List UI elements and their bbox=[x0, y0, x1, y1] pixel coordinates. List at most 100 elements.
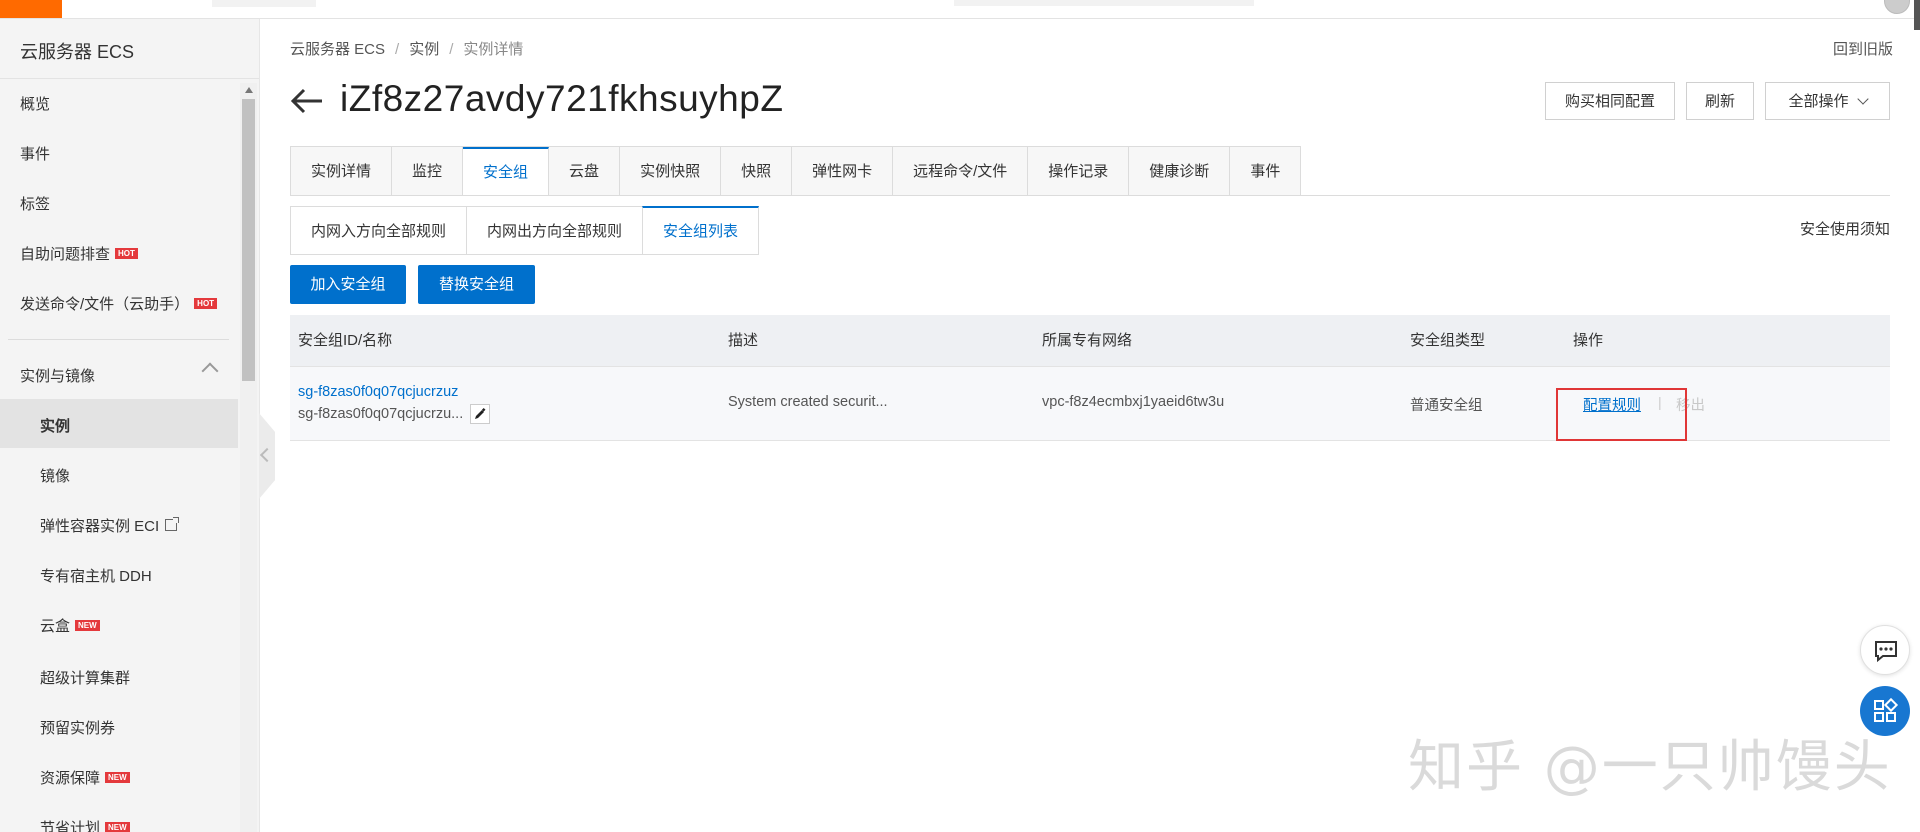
divider bbox=[8, 339, 229, 340]
sidebar-item-send-command[interactable]: 发送命令/文件（云助手） HOT bbox=[20, 293, 218, 314]
button-label: 刷新 bbox=[1704, 93, 1735, 110]
security-notice-link[interactable]: 安全使用须知 bbox=[1800, 218, 1890, 239]
sidebar-item-tags[interactable]: 标签 bbox=[20, 193, 50, 214]
sidebar-item-overview[interactable]: 概览 bbox=[20, 93, 50, 114]
sidebar-item-resource-assurance[interactable]: 资源保障 NEW bbox=[40, 767, 130, 788]
new-badge: NEW bbox=[75, 620, 100, 631]
subtab-inbound-rules[interactable]: 内网入方向全部规则 bbox=[290, 206, 467, 255]
sidebar-item-label: 事件 bbox=[20, 146, 51, 163]
window-edge bbox=[1914, 0, 1920, 30]
avatar[interactable] bbox=[1884, 0, 1910, 14]
chevron-down-icon bbox=[1856, 93, 1869, 105]
sidebar-item-label: 弹性容器实例 ECI bbox=[40, 518, 160, 535]
breadcrumb-separator: / bbox=[449, 41, 454, 58]
security-group-description: System created securit... bbox=[728, 394, 888, 410]
button-label: 全部操作 bbox=[1788, 93, 1849, 110]
all-actions-dropdown[interactable]: 全部操作 bbox=[1765, 82, 1890, 120]
tab-instance-snapshots[interactable]: 实例快照 bbox=[620, 147, 722, 196]
tab-operation-logs[interactable]: 操作记录 bbox=[1028, 147, 1130, 196]
sidebar-item-label: 预留实例券 bbox=[40, 720, 116, 737]
aliyun-logo[interactable] bbox=[0, 0, 62, 18]
hot-badge: HOT bbox=[115, 248, 138, 259]
tab-health-diagnosis[interactable]: 健康诊断 bbox=[1129, 147, 1231, 196]
sidebar-item-label: 实例 bbox=[40, 418, 71, 435]
security-group-id-link[interactable]: sg-f8zas0f0q07qcjucrzuz bbox=[298, 384, 458, 400]
sidebar-item-label: 发送命令/文件（云助手） bbox=[20, 296, 190, 313]
new-badge: NEW bbox=[105, 822, 130, 832]
new-badge: NEW bbox=[105, 772, 130, 783]
top-nav-segment[interactable] bbox=[212, 0, 316, 7]
security-group-type: 普通安全组 bbox=[1410, 398, 1483, 414]
sidebar-item-instances[interactable]: 实例 bbox=[40, 415, 70, 436]
column-header-vpc: 所属专有网络 bbox=[1042, 332, 1133, 349]
scroll-up-arrow-icon[interactable] bbox=[245, 87, 253, 93]
highlight-annotation-box bbox=[1556, 388, 1687, 441]
tab-remote-commands[interactable]: 远程命令/文件 bbox=[893, 147, 1029, 196]
sidebar-item-label: 专有宿主机 DDH bbox=[40, 568, 152, 585]
tab-events[interactable]: 事件 bbox=[1230, 147, 1301, 196]
divider bbox=[0, 78, 259, 79]
sidebar-item-reserved-instances[interactable]: 预留实例券 bbox=[40, 717, 115, 738]
join-security-group-button[interactable]: 加入安全组 bbox=[290, 265, 406, 304]
sidebar-item-label: 概览 bbox=[20, 96, 51, 113]
sidebar-collapse-toggle[interactable] bbox=[259, 413, 275, 499]
table-header: 安全组ID/名称 描述 所属专有网络 安全组类型 操作 bbox=[290, 315, 1890, 367]
buy-same-config-button[interactable]: 购买相同配置 bbox=[1545, 82, 1675, 120]
sidebar-item-label: 云盒 bbox=[40, 618, 71, 635]
sidebar-title: 云服务器 ECS bbox=[20, 42, 135, 62]
chevron-up-icon[interactable] bbox=[201, 362, 219, 380]
breadcrumb-ecs[interactable]: 云服务器 ECS bbox=[290, 41, 385, 58]
button-label: 购买相同配置 bbox=[1564, 93, 1655, 110]
breadcrumb-instances[interactable]: 实例 bbox=[409, 41, 439, 58]
active-item-highlight bbox=[0, 399, 238, 448]
replace-security-group-button[interactable]: 替换安全组 bbox=[418, 265, 535, 304]
chat-button[interactable] bbox=[1860, 625, 1910, 675]
sidebar-item-savings-plan[interactable]: 节省计划 NEW bbox=[40, 817, 130, 832]
instance-tabs: 实例详情 监控 安全组 云盘 实例快照 快照 弹性网卡 远程命令/文件 操作记录… bbox=[290, 146, 1302, 196]
tab-security-groups[interactable]: 安全组 bbox=[463, 147, 550, 196]
sidebar-item-eci[interactable]: 弹性容器实例 ECI bbox=[40, 515, 180, 536]
sidebar-item-label: 标签 bbox=[20, 196, 51, 213]
breadcrumb-separator: / bbox=[395, 41, 400, 58]
hot-badge: HOT bbox=[194, 298, 218, 309]
security-group-name: sg-f8zas0f0q07qcjucrzu... bbox=[298, 406, 464, 422]
tabs-divider bbox=[290, 195, 1890, 196]
tab-disks[interactable]: 云盘 bbox=[549, 147, 621, 196]
sidebar-item-super-computing[interactable]: 超级计算集群 bbox=[40, 667, 130, 688]
back-arrow-icon[interactable] bbox=[290, 86, 324, 116]
refresh-button[interactable]: 刷新 bbox=[1686, 82, 1754, 120]
sidebar-item-ddh[interactable]: 专有宿主机 DDH bbox=[40, 565, 152, 586]
sidebar-item-self-diagnosis[interactable]: 自助问题排查 HOT bbox=[20, 243, 138, 264]
sidebar-group-instances-images[interactable]: 实例与镜像 bbox=[20, 365, 95, 386]
vpc-id: vpc-f8z4ecmbxj1yaeid6tw3u bbox=[1042, 394, 1225, 410]
back-to-old-version-link[interactable]: 回到旧版 bbox=[1833, 38, 1893, 59]
edit-icon[interactable] bbox=[470, 404, 490, 424]
chat-icon bbox=[1875, 641, 1897, 663]
sidebar-item-label: 镜像 bbox=[40, 468, 71, 485]
sidebar-item-label: 节省计划 bbox=[40, 820, 101, 832]
page-title: iZf8z27avdy721fkhsuyhpZ bbox=[340, 78, 784, 119]
scrollbar-thumb[interactable] bbox=[242, 99, 255, 381]
sidebar-group-label: 实例与镜像 bbox=[20, 368, 96, 385]
sidebar-item-events[interactable]: 事件 bbox=[20, 143, 50, 164]
top-bar bbox=[0, 0, 1920, 19]
security-group-subtabs: 内网入方向全部规则 内网出方向全部规则 安全组列表 bbox=[290, 206, 760, 255]
column-header-description: 描述 bbox=[728, 332, 759, 349]
subtab-security-group-list[interactable]: 安全组列表 bbox=[642, 206, 760, 255]
tab-snapshots[interactable]: 快照 bbox=[721, 147, 793, 196]
sidebar: 云服务器 ECS 概览 事件 标签 自助问题排查 HOT 发送命令/文件（云助手）… bbox=[0, 19, 260, 832]
sidebar-item-cloudbox[interactable]: 云盒 NEW bbox=[40, 615, 100, 636]
column-header-type: 安全组类型 bbox=[1410, 332, 1486, 349]
top-search-input[interactable] bbox=[954, 0, 1254, 6]
external-link-icon bbox=[165, 517, 180, 531]
sidebar-item-label: 自助问题排查 bbox=[20, 246, 111, 263]
tab-instance-details[interactable]: 实例详情 bbox=[291, 147, 393, 196]
tab-eni[interactable]: 弹性网卡 bbox=[792, 147, 894, 196]
sidebar-item-images[interactable]: 镜像 bbox=[40, 465, 70, 486]
subtab-outbound-rules[interactable]: 内网出方向全部规则 bbox=[466, 206, 643, 255]
chevron-left-icon bbox=[259, 447, 275, 463]
tab-monitoring[interactable]: 监控 bbox=[392, 147, 464, 196]
sidebar-item-label: 超级计算集群 bbox=[40, 670, 131, 687]
breadcrumb: 云服务器 ECS / 实例 / 实例详情 bbox=[290, 38, 523, 59]
column-header-actions: 操作 bbox=[1573, 332, 1604, 349]
